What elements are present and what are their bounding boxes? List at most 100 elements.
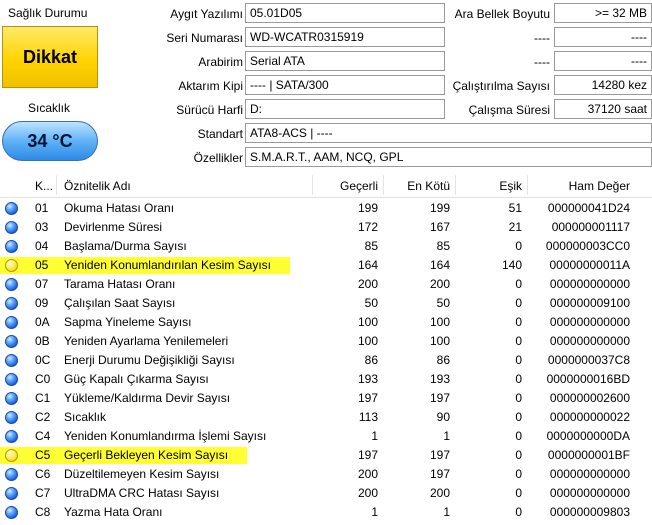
attribute-threshold: 0: [515, 448, 522, 462]
attribute-current: 86: [364, 353, 378, 367]
attribute-raw: 000000000000: [549, 467, 630, 481]
table-header: K... Öznitelik Adı Geçerli En Kötü Eşik …: [0, 173, 652, 198]
attribute-id: C0: [35, 372, 51, 386]
attribute-name: Sıcaklık: [64, 410, 107, 424]
column-header-threshold[interactable]: Eşik: [462, 179, 522, 193]
column-divider: [455, 175, 456, 195]
attribute-id: 01: [35, 201, 49, 215]
attribute-current: 199: [357, 201, 378, 215]
attribute-name: Yeniden Ayarlama Yenilemeleri: [64, 334, 229, 348]
attribute-id: 04: [35, 239, 49, 253]
power-on-hours-label: Çalışma Süresi: [468, 103, 550, 117]
features-value: S.M.A.R.T., AAM, NCQ, GPL: [245, 147, 652, 167]
attribute-threshold: 0: [515, 391, 522, 405]
attribute-raw: 000000000000: [549, 334, 630, 348]
attribute-current: 100: [357, 334, 378, 348]
status-good-icon: [5, 240, 18, 253]
attribute-name: Güç Kapalı Çıkarma Sayısı: [64, 372, 209, 386]
status-good-icon: [5, 316, 18, 329]
attribute-raw: 000000000000: [549, 486, 630, 500]
table-row[interactable]: C8 Yazma Hata Oranı 1 1 0 000000009803: [0, 503, 652, 522]
attribute-raw: 0000000037C8: [547, 353, 630, 367]
attribute-raw: 000000009803: [549, 505, 630, 519]
status-good-icon: [5, 221, 18, 234]
table-row[interactable]: 04 Başlama/Durma Sayısı 85 85 0 000000003CC0: [0, 237, 652, 256]
attribute-raw: 000000041D24: [547, 201, 630, 215]
column-header-raw[interactable]: Ham Değer: [534, 179, 630, 193]
attribute-threshold: 0: [515, 486, 522, 500]
status-good-icon: [5, 487, 18, 500]
table-row[interactable]: 07 Tarama Hatası Oranı 200 200 0 000000000000: [0, 275, 652, 294]
table-row[interactable]: 03 Devirlenme Süresi 172 167 21 000000001117: [0, 218, 652, 237]
table-row[interactable]: C7 UltraDMA CRC Hatası Sayısı 200 200 0 00000…: [0, 484, 652, 503]
attribute-current: 197: [357, 448, 378, 462]
attribute-name: Tarama Hatası Oranı: [64, 277, 176, 291]
attribute-worst: 100: [429, 315, 450, 329]
attribute-threshold: 0: [515, 372, 522, 386]
buffer-size-label: Ara Bellek Boyutu: [454, 7, 550, 21]
attribute-worst: 90: [436, 410, 450, 424]
column-header-worst[interactable]: En Kötü: [390, 179, 450, 193]
attribute-name: Yazma Hata Oranı: [64, 505, 163, 519]
attribute-id: 09: [35, 296, 49, 310]
transfer-mode-label: Aktarım Kipi: [178, 79, 243, 93]
attribute-worst: 100: [429, 334, 450, 348]
unused-value-2: ----: [554, 51, 652, 71]
attribute-id: 0C: [35, 353, 51, 367]
attribute-id: C5: [35, 448, 51, 462]
table-row[interactable]: 0A Sapma Yineleme Sayısı 100 100 0 0000000000…: [0, 313, 652, 332]
attribute-threshold: 0: [515, 505, 522, 519]
attribute-id: 07: [35, 277, 49, 291]
attribute-threshold: 0: [515, 315, 522, 329]
attribute-current: 200: [357, 467, 378, 481]
status-good-icon: [5, 430, 18, 443]
attribute-raw: 000000002600: [549, 391, 630, 405]
attribute-current: 1: [371, 429, 378, 443]
table-row[interactable]: C4 Yeniden Konumlandırma İşlemi Sayısı 1 1 0…: [0, 427, 652, 446]
unused-value-1: ----: [554, 27, 652, 47]
temperature-button[interactable]: 34 °C: [2, 121, 98, 161]
attribute-id: C6: [35, 467, 51, 481]
table-row[interactable]: 01 Okuma Hatası Oranı 199 199 51 000000041D24: [0, 199, 652, 218]
status-good-icon: [5, 354, 18, 367]
health-status-button[interactable]: Dikkat: [2, 26, 98, 88]
attribute-raw: 0000000001BF: [547, 448, 630, 462]
table-row[interactable]: 05 Yeniden Konumlandırılan Kesim Sayısı 16…: [0, 256, 652, 275]
attribute-threshold: 140: [501, 258, 522, 272]
attribute-threshold: 51: [508, 201, 522, 215]
status-good-icon: [5, 506, 18, 519]
attribute-threshold: 0: [515, 353, 522, 367]
status-good-icon: [5, 373, 18, 386]
unused-label-2: ----: [534, 55, 550, 69]
attribute-id: 05: [35, 258, 49, 272]
attribute-current: 172: [357, 220, 378, 234]
attribute-name: Enerji Durumu Değişikliği Sayısı: [64, 353, 235, 367]
attribute-raw: 000000001117: [551, 220, 630, 234]
attribute-threshold: 0: [515, 296, 522, 310]
attribute-name: Yükleme/Kaldırma Devir Sayısı: [64, 391, 231, 405]
column-header-current[interactable]: Geçerli: [318, 179, 378, 193]
table-row[interactable]: 0C Enerji Durumu Değişikliği Sayısı 86 86 0 0…: [0, 351, 652, 370]
attribute-id: 03: [35, 220, 49, 234]
table-row[interactable]: 09 Çalışılan Saat Sayısı 50 50 0 000000009100: [0, 294, 652, 313]
column-header-id[interactable]: K...: [35, 179, 53, 193]
table-row[interactable]: C6 Düzeltilemeyen Kesim Sayısı 200 197 0 0000…: [0, 465, 652, 484]
attribute-name: Çalışılan Saat Sayısı: [64, 296, 176, 310]
table-row[interactable]: C5 Geçerli Bekleyen Kesim Sayısı 197 197 0 00…: [0, 446, 652, 465]
column-header-name[interactable]: Öznitelik Adı: [64, 179, 131, 193]
attribute-worst: 167: [429, 220, 450, 234]
firmware-label: Aygıt Yazılımı: [170, 7, 243, 21]
attribute-threshold: 0: [515, 467, 522, 481]
table-row[interactable]: C0 Güç Kapalı Çıkarma Sayısı 193 193 0 000000…: [0, 370, 652, 389]
attribute-raw: 000000000000: [549, 315, 630, 329]
attribute-threshold: 0: [515, 334, 522, 348]
attribute-worst: 197: [429, 391, 450, 405]
power-on-count-label: Çalıştırılma Sayısı: [452, 79, 550, 93]
table-row[interactable]: C1 Yükleme/Kaldırma Devir Sayısı 197 197 0 00…: [0, 389, 652, 408]
attribute-worst: 197: [429, 448, 450, 462]
table-row[interactable]: 0B Yeniden Ayarlama Yenilemeleri 100 100 0 00…: [0, 332, 652, 351]
serial-label: Seri Numarası: [166, 31, 243, 45]
attribute-name: Yeniden Konumlandırma İşlemi Sayısı: [64, 429, 267, 443]
attribute-threshold: 0: [515, 410, 522, 424]
table-row[interactable]: C2 Sıcaklık 113 90 0 000000000022: [0, 408, 652, 427]
